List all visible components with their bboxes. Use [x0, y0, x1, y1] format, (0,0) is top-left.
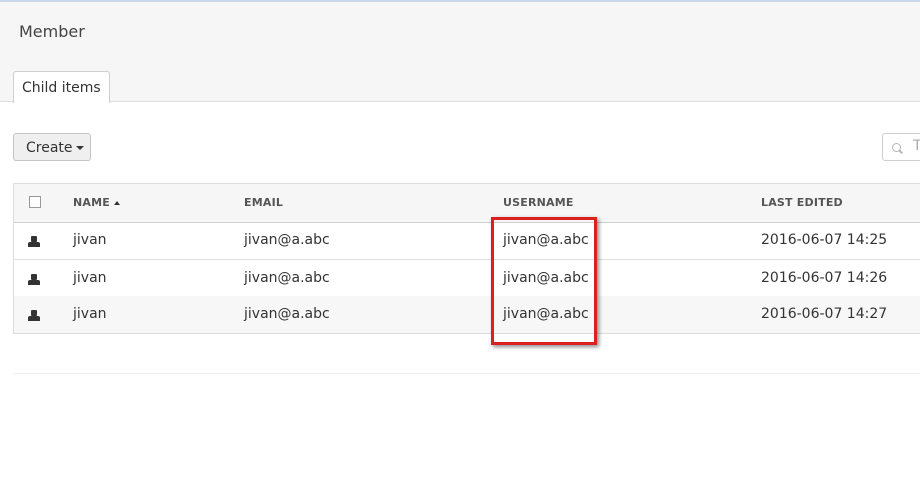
cell-last-edited: 2016-06-07 14:26 [761, 270, 888, 286]
cell-name: jivan [73, 306, 107, 322]
search-input[interactable]: T [882, 133, 920, 161]
sort-ascending-icon [113, 201, 120, 205]
cell-last-edited: 2016-06-07 14:27 [761, 306, 888, 322]
user-icon [28, 236, 40, 248]
cell-email: jivan@a.abc [244, 270, 330, 286]
cell-email: jivan@a.abc [244, 232, 330, 248]
page-header: Member Child items [0, 2, 920, 103]
cell-name: jivan [73, 270, 107, 286]
column-header-name[interactable]: NAME [73, 196, 120, 209]
cell-email: jivan@a.abc [244, 306, 330, 322]
divider [13, 373, 920, 374]
table-header: NAME EMAIL USERNAME LAST EDITED [14, 184, 920, 223]
column-header-email[interactable]: EMAIL [244, 196, 283, 209]
search-icon [892, 143, 901, 152]
tab-child-items[interactable]: Child items [13, 71, 110, 103]
search-placeholder: T [913, 138, 920, 154]
table-row[interactable]: jivan jivan@a.abc jivan@a.abc 2016-06-07… [14, 222, 920, 259]
members-table: NAME EMAIL USERNAME LAST EDITED jivan ji… [13, 183, 920, 334]
cell-name: jivan [73, 232, 107, 248]
table-row[interactable]: jivan jivan@a.abc jivan@a.abc 2016-06-07… [14, 259, 920, 297]
create-button[interactable]: Create [13, 133, 91, 161]
cell-last-edited: 2016-06-07 14:25 [761, 232, 888, 248]
caret-down-icon [75, 146, 84, 150]
username-highlight-box [491, 217, 597, 345]
page-title: Member [19, 22, 85, 41]
select-all-checkbox[interactable] [29, 196, 41, 208]
user-icon [28, 274, 40, 286]
column-header-username[interactable]: USERNAME [503, 196, 574, 209]
table-row[interactable]: jivan jivan@a.abc jivan@a.abc 2016-06-07… [14, 296, 920, 333]
create-button-label: Create [26, 140, 73, 156]
user-icon [28, 310, 40, 322]
column-header-last-edited[interactable]: LAST EDITED [761, 196, 843, 209]
column-header-name-label: NAME [73, 196, 110, 209]
